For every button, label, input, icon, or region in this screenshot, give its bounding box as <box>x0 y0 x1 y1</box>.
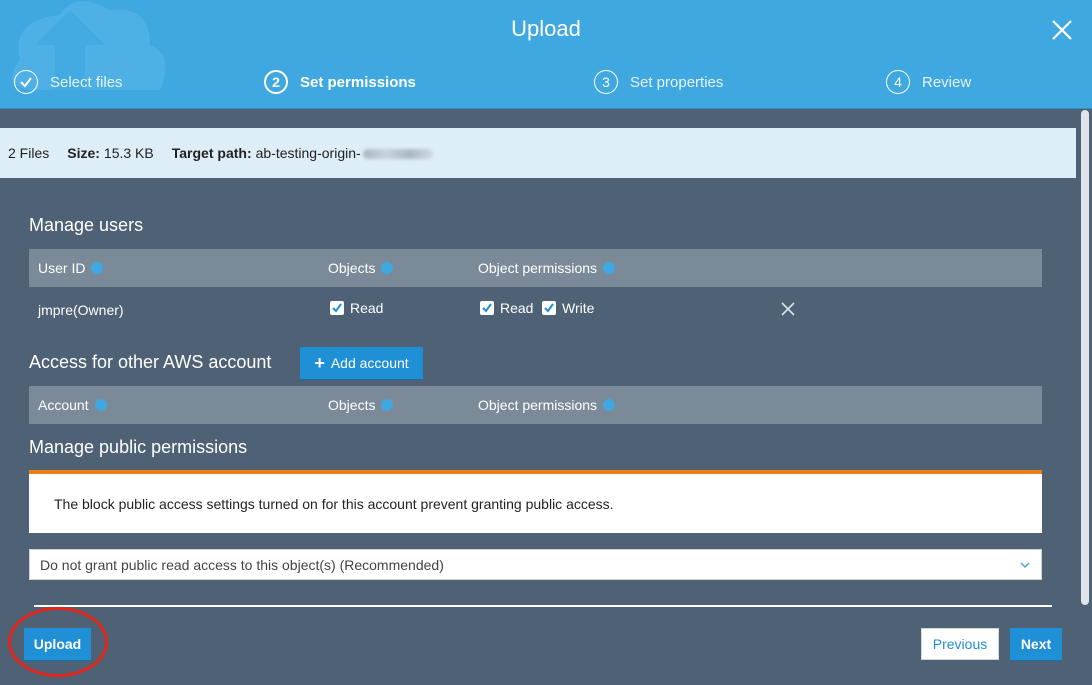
info-icon[interactable] <box>94 399 107 411</box>
col-label: Objects <box>328 260 376 276</box>
accounts-table-header: Account Objects Object permissions <box>29 386 1042 424</box>
upload-button[interactable]: Upload <box>24 628 91 660</box>
next-button[interactable]: Next <box>1010 628 1062 660</box>
file-count: 2 Files <box>8 145 50 161</box>
checkbox-checked-icon <box>330 301 344 315</box>
step-label: Set properties <box>630 73 724 91</box>
users-table-header: User ID Objects Object permissions <box>29 249 1042 287</box>
target-path-info: Target path: ab-testing-origin- <box>172 145 433 161</box>
info-icon[interactable] <box>603 262 616 274</box>
col-object-permissions: Object permissions <box>478 397 616 413</box>
redacted-text <box>362 149 433 160</box>
checkbox-label: Read <box>500 300 534 316</box>
step-label: Set permissions <box>300 73 416 91</box>
col-object-permissions: Object permissions <box>478 260 616 276</box>
checkbox-label: Write <box>562 300 595 316</box>
select-value: Do not grant public read access to this … <box>40 556 444 573</box>
upload-summary-bar: 2 Files Size: 15.3 KB Target path: ab-test… <box>0 128 1076 178</box>
previous-button[interactable]: Previous <box>921 628 999 660</box>
perm-write-checkbox[interactable]: Write <box>542 300 594 316</box>
step-number: 3 <box>594 70 618 94</box>
info-icon[interactable] <box>381 399 394 411</box>
size-value: 15.3 KB <box>103 145 154 161</box>
remove-icon[interactable] <box>781 302 795 316</box>
table-row: jmpre(Owner) Read Read Write <box>29 290 1042 330</box>
step-set-properties[interactable]: 3 Set properties <box>594 68 723 96</box>
public-permissions-title: Manage public permissions <box>29 437 248 457</box>
col-account: Account <box>38 397 107 413</box>
step-label: Select files <box>50 73 123 91</box>
info-icon[interactable] <box>381 262 394 274</box>
col-user-id: User ID <box>38 260 104 276</box>
add-account-button[interactable]: + Add account <box>300 347 423 379</box>
plus-icon: + <box>314 353 325 373</box>
target-path-value: ab-testing-origin- <box>255 145 361 161</box>
size-info: Size: 15.3 KB <box>67 145 154 161</box>
objects-read-checkbox[interactable]: Read <box>330 300 383 316</box>
block-public-access-alert: The block public access settings turned … <box>29 470 1042 533</box>
col-objects: Objects <box>328 397 394 413</box>
step-select-files[interactable]: Select files <box>14 68 123 96</box>
footer-divider <box>34 605 1052 607</box>
modal-header: Upload Select files 2 Set permissions 3 … <box>0 0 1092 109</box>
chevron-down-icon <box>1020 562 1030 569</box>
checkbox-checked-icon <box>542 301 556 315</box>
checkbox-checked-icon <box>480 301 494 315</box>
step-set-permissions[interactable]: 2 Set permissions <box>264 68 416 96</box>
other-account-title: Access for other AWS account <box>29 352 272 372</box>
scrollbar[interactable] <box>1081 110 1089 605</box>
step-label: Review <box>922 73 972 91</box>
step-number: 4 <box>886 70 910 94</box>
manage-users-title: Manage users <box>29 215 144 235</box>
alert-text: The block public access settings turned … <box>54 495 614 512</box>
public-access-select[interactable]: Do not grant public read access to this … <box>29 549 1042 580</box>
col-label: Account <box>38 397 89 413</box>
col-label: Objects <box>328 397 376 413</box>
col-label: User ID <box>38 260 86 276</box>
perm-read-checkbox[interactable]: Read <box>480 300 533 316</box>
step-review[interactable]: 4 Review <box>886 68 971 96</box>
info-icon[interactable] <box>91 262 104 274</box>
col-label: Object permissions <box>478 397 598 413</box>
modal-title: Upload <box>511 16 581 41</box>
col-label: Object permissions <box>478 260 598 276</box>
info-icon[interactable] <box>603 399 616 411</box>
step-number: 2 <box>264 70 288 94</box>
size-label: Size: <box>67 145 100 161</box>
close-icon[interactable] <box>1050 18 1074 42</box>
check-icon <box>14 70 38 94</box>
user-id: jmpre(Owner) <box>38 302 124 318</box>
button-label: Add account <box>330 355 409 371</box>
checkbox-label: Read <box>350 300 384 316</box>
col-objects: Objects <box>328 260 394 276</box>
target-path-label: Target path: <box>171 145 252 161</box>
